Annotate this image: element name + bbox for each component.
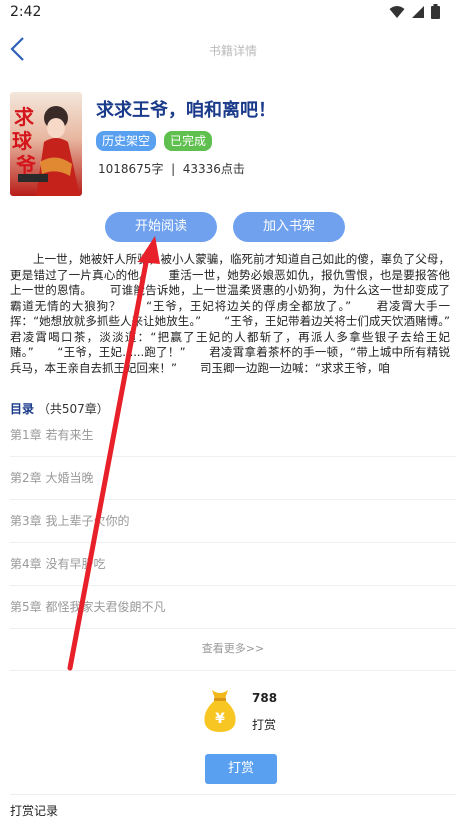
divider <box>10 670 456 671</box>
book-cover: 求 球 爷 <box>10 92 82 196</box>
start-reading-button[interactable]: 开始阅读 <box>105 212 217 242</box>
svg-text:求: 求 <box>14 105 35 129</box>
book-synopsis: 上一世，她被奸人所骗，被小人蒙骗，临死前才知道自己如此的傻，辜负了父母，更是错过… <box>10 252 466 375</box>
wifi-icon <box>389 5 405 18</box>
chapter-list: 第1章 若有来生 第2章 大婚当晚 第3章 我上辈子欠你的 第4章 没有早肝吃 … <box>10 414 456 629</box>
reward-count: 788 <box>252 691 278 705</box>
header-bar: 书籍详情 <box>0 26 466 74</box>
tag-category[interactable]: 历史架空 <box>96 131 157 151</box>
svg-text:¥: ¥ <box>215 711 225 727</box>
status-bar: 2:42 <box>0 0 466 26</box>
book-tags: 历史架空 已完成 <box>96 131 213 151</box>
add-to-shelf-button[interactable]: 加入书架 <box>233 212 345 242</box>
tag-status: 已完成 <box>164 131 213 151</box>
page-title: 书籍详情 <box>208 44 257 58</box>
chapter-item[interactable]: 第5章 都怪我家夫君俊朗不凡 <box>10 586 456 629</box>
status-time: 2:42 <box>10 4 42 20</box>
reward-record-link[interactable]: 打赏记录 <box>10 802 58 819</box>
battery-icon <box>431 4 440 19</box>
reward-label: 打赏 <box>252 718 277 732</box>
reward-button[interactable]: 打赏 <box>205 754 277 784</box>
book-stats: 1018675字 | 43336点击 <box>98 162 245 176</box>
chapter-item[interactable]: 第3章 我上辈子欠你的 <box>10 500 456 543</box>
divider <box>10 794 456 795</box>
svg-text:球: 球 <box>12 129 33 153</box>
chapter-item[interactable]: 第1章 若有来生 <box>10 414 456 457</box>
see-more-link[interactable]: 查看更多>> <box>0 640 466 656</box>
svg-text:爷: 爷 <box>16 153 37 177</box>
book-title: 求求王爷，咱和离吧！ <box>96 100 276 121</box>
status-icons <box>389 4 440 19</box>
money-bag-icon: ¥ <box>204 690 236 732</box>
signal-icon <box>412 5 424 18</box>
chapter-item[interactable]: 第4章 没有早肝吃 <box>10 543 456 586</box>
chapter-item[interactable]: 第2章 大婚当晚 <box>10 457 456 500</box>
reward-panel: ¥ <box>200 686 240 734</box>
